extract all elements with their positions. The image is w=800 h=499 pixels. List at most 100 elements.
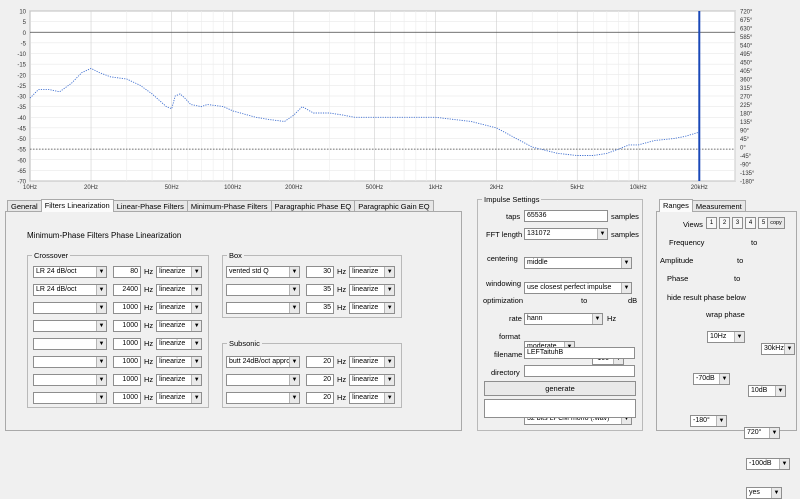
crossover-type-select[interactable]: ▼ xyxy=(33,301,107,314)
wrap-phase-label: wrap phase xyxy=(706,310,745,319)
subsonic-frequency-input[interactable]: 20 xyxy=(306,373,334,386)
chevron-down-icon: ▼ xyxy=(384,266,395,277)
amplitude-to-select[interactable]: 10dB ▼ xyxy=(748,385,786,397)
box-mode-select[interactable]: linearize ▼ xyxy=(349,283,396,296)
subsonic-type-select[interactable]: ▼ xyxy=(226,373,300,386)
amplitude-from-select[interactable]: -70dB ▼ xyxy=(693,373,730,385)
chevron-down-icon: ▼ xyxy=(191,392,202,403)
subsonic-frequency-input[interactable]: 20 xyxy=(306,355,334,368)
subsonic-mode-select[interactable]: linearize ▼ xyxy=(349,373,396,386)
subsonic-row: ▼ 20 Hz linearize ▼ xyxy=(226,373,396,386)
frequency-response-graph[interactable]: 10 5 0 -5 -10 -15 -20 -25 -30 -35 -40 -45 -50 -55 -60 -… xyxy=(0,0,800,196)
box-frequency-input[interactable]: 35 xyxy=(306,283,334,296)
frequency-tick-label: 1kHz xyxy=(429,185,443,191)
crossover-mode-select[interactable]: linearize ▼ xyxy=(156,265,203,278)
box-mode-select[interactable]: linearize ▼ xyxy=(349,265,396,278)
tab-ranges[interactable]: Ranges xyxy=(659,199,693,212)
generate-button[interactable]: generate xyxy=(484,381,636,396)
subsonic-frequency-input[interactable]: 20 xyxy=(306,391,334,404)
chevron-down-icon: ▼ xyxy=(771,488,781,498)
chevron-down-icon: ▼ xyxy=(96,266,106,277)
chevron-down-icon: ▼ xyxy=(784,344,794,354)
subsonic-mode-select[interactable]: linearize ▼ xyxy=(349,355,396,368)
fft-length-select[interactable]: 131072 ▼ xyxy=(524,228,608,240)
crossover-type-select[interactable]: ▼ xyxy=(33,373,107,386)
crossover-mode-select[interactable]: linearize ▼ xyxy=(156,301,203,314)
phase-tick-label: 360° xyxy=(740,78,753,84)
subsonic-type-select[interactable]: ▼ xyxy=(226,391,300,404)
box-frequency-input[interactable]: 30 xyxy=(306,265,334,278)
hide-phase-select[interactable]: -100dB ▼ xyxy=(746,458,790,470)
amplitude-tick-label: -5 xyxy=(21,41,27,47)
crossover-mode-select[interactable]: linearize ▼ xyxy=(156,283,203,296)
wrap-phase-select[interactable]: yes ▼ xyxy=(746,487,782,499)
copy-view-button[interactable]: copy xyxy=(767,217,785,229)
centering-mode-select[interactable]: use closest perfect impulse ▼ xyxy=(524,282,632,294)
phase-to-label: to xyxy=(734,274,741,283)
frequency-label: Frequency xyxy=(669,238,705,247)
chevron-down-icon: ▼ xyxy=(769,428,779,438)
hz-label: Hz xyxy=(337,375,347,384)
filename-input[interactable]: LEFTaituhB xyxy=(524,347,635,359)
crossover-frequency-input[interactable]: 80 xyxy=(113,265,141,278)
crossover-frequency-input[interactable]: 1000 xyxy=(113,355,141,368)
crossover-mode-select[interactable]: linearize ▼ xyxy=(156,391,203,404)
view-button-2[interactable]: 2 xyxy=(719,217,730,229)
crossover-type-select[interactable]: ▼ xyxy=(33,337,107,350)
frequency-tick-label: 2kHz xyxy=(490,185,504,191)
phase-to-select[interactable]: 720° ▼ xyxy=(744,427,780,439)
hz-label: Hz xyxy=(144,267,154,276)
crossover-frequency-input[interactable]: 1000 xyxy=(113,391,141,404)
frequency-to-select[interactable]: 30kHz ▼ xyxy=(761,343,795,355)
hz-label: Hz xyxy=(337,285,347,294)
chevron-down-icon: ▼ xyxy=(597,229,607,239)
chevron-down-icon: ▼ xyxy=(191,284,202,295)
chevron-down-icon: ▼ xyxy=(191,320,202,331)
crossover-type-select[interactable]: LR 24 dB/oct ▼ xyxy=(33,283,107,296)
crossover-mode-select[interactable]: linearize ▼ xyxy=(156,355,203,368)
chevron-down-icon: ▼ xyxy=(191,302,202,313)
crossover-type-select[interactable]: ▼ xyxy=(33,319,107,332)
windowing-select[interactable]: hann ▼ xyxy=(524,313,603,325)
box-type-select[interactable]: ▼ xyxy=(226,283,300,296)
box-type-select[interactable]: vented std Q ▼ xyxy=(226,265,300,278)
view-button-3[interactable]: 3 xyxy=(732,217,743,229)
crossover-frequency-input[interactable]: 1000 xyxy=(113,373,141,386)
directory-input[interactable] xyxy=(524,365,635,377)
box-frequency-input[interactable]: 35 xyxy=(306,301,334,314)
phase-tick-label: 315° xyxy=(740,86,753,92)
amplitude-tick-label: -50 xyxy=(17,137,26,143)
chevron-down-icon: ▼ xyxy=(96,320,106,331)
crossover-frequency-input[interactable]: 1000 xyxy=(113,301,141,314)
phase-tick-label: 450° xyxy=(740,61,753,67)
fft-unit: samples xyxy=(611,230,639,239)
crossover-mode-select[interactable]: linearize ▼ xyxy=(156,337,203,350)
crossover-frequency-input[interactable]: 1000 xyxy=(113,337,141,350)
phase-tick-label: 720° xyxy=(740,10,753,16)
box-mode-select[interactable]: linearize ▼ xyxy=(349,301,396,314)
crossover-mode-select[interactable]: linearize ▼ xyxy=(156,319,203,332)
subsonic-type-select[interactable]: butt 24dB/oct appro ▼ xyxy=(226,355,300,368)
subsonic-mode-select[interactable]: linearize ▼ xyxy=(349,391,396,404)
centering-select[interactable]: middle ▼ xyxy=(524,257,632,269)
views-buttons: 12345 xyxy=(706,217,771,229)
tab-filters-linearization[interactable]: Filters Linearization xyxy=(40,199,114,212)
crossover-frequency-input[interactable]: 2400 xyxy=(113,283,141,296)
box-type-select[interactable]: ▼ xyxy=(226,301,300,314)
view-button-4[interactable]: 4 xyxy=(745,217,756,229)
crossover-type-select[interactable]: ▼ xyxy=(33,355,107,368)
hz-label: Hz xyxy=(144,303,154,312)
view-button-1[interactable]: 1 xyxy=(706,217,717,229)
directory-label: directory xyxy=(491,368,520,377)
amplitude-tick-label: -65 xyxy=(17,169,26,175)
frequency-from-select[interactable]: 10Hz ▼ xyxy=(707,331,745,343)
phase-tick-label: 45° xyxy=(740,137,750,143)
phase-from-select[interactable]: -180° ▼ xyxy=(690,415,727,427)
amplitude-tick-label: 10 xyxy=(19,10,26,16)
taps-input[interactable]: 65536 xyxy=(524,210,608,222)
crossover-mode-select[interactable]: linearize ▼ xyxy=(156,373,203,386)
crossover-frequency-input[interactable]: 1000 xyxy=(113,319,141,332)
crossover-type-select[interactable]: LR 24 dB/oct ▼ xyxy=(33,265,107,278)
status-output xyxy=(484,399,636,418)
crossover-type-select[interactable]: ▼ xyxy=(33,391,107,404)
